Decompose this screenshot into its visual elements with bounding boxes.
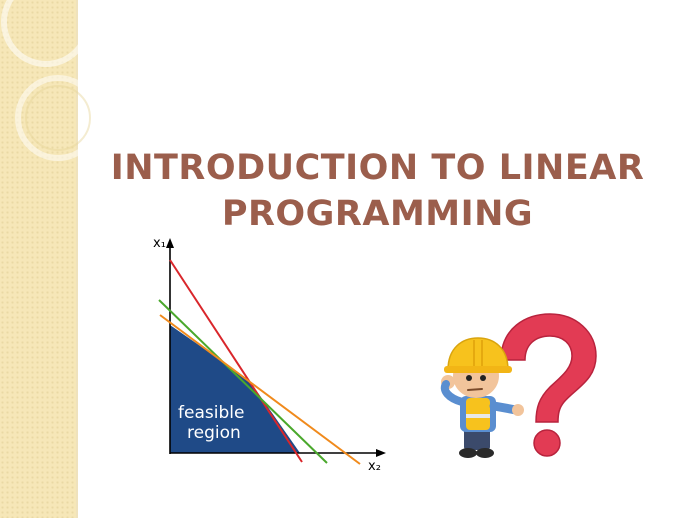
worker-shoe-left — [459, 448, 477, 458]
region-label-line-1: feasible — [178, 403, 244, 423]
worker-vest-stripe — [466, 414, 490, 418]
region-label-line-2: region — [187, 423, 241, 443]
slide-title: INTRODUCTION TO LINEAR PROGRAMMING — [90, 145, 665, 237]
y-axis-label: x₁ — [153, 236, 166, 251]
question-mark-dot — [533, 429, 561, 457]
x2-axis-arrowhead — [376, 449, 386, 457]
worker-helmet-brim — [444, 366, 512, 373]
worker-eye-right — [480, 375, 486, 381]
feasible-region-graph: x₁ x₂ feasible region — [153, 236, 386, 474]
title-line-1: INTRODUCTION TO LINEAR — [110, 148, 645, 188]
x1-axis-arrowhead — [166, 238, 174, 248]
worker-with-question-mark-icon — [440, 313, 597, 458]
worker-eye-left — [466, 375, 472, 381]
worker-shoe-right — [476, 448, 494, 458]
worker-mouth — [467, 388, 483, 391]
worker-hand — [512, 404, 524, 416]
x-axis-label: x₂ — [368, 459, 381, 474]
worker-helmet — [447, 337, 509, 371]
